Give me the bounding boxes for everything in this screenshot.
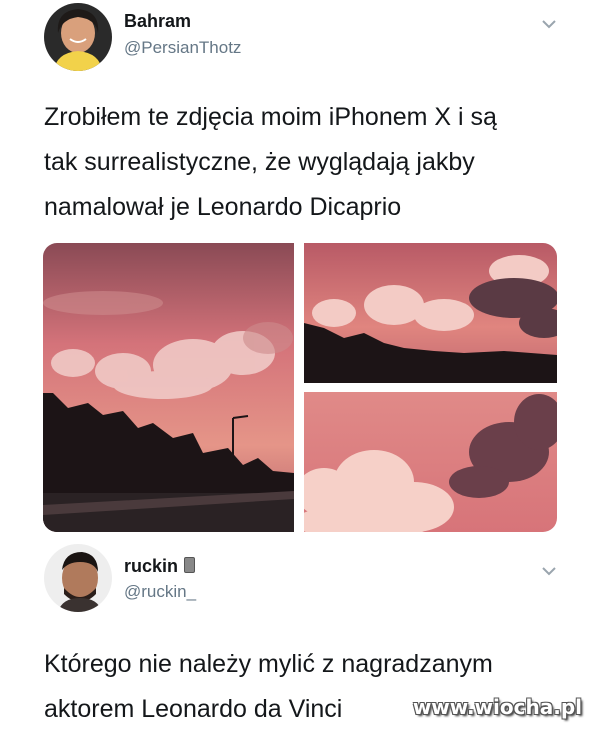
photo-sunset-road[interactable] (43, 243, 294, 532)
display-name-text: ruckin (124, 556, 179, 576)
tweet-text: Zrobiłem te zdjęcia moim iPhonem X i są … (44, 95, 574, 230)
avatar[interactable] (44, 3, 112, 71)
chevron-down-icon[interactable] (540, 18, 558, 30)
user-handle[interactable]: @ruckin_ (124, 582, 196, 602)
watermark: www.wiocha.pl (412, 695, 582, 719)
tweet-original: Bahram @PersianThotz Zrobiłem te zdjęcia… (0, 0, 600, 535)
display-name[interactable]: Bahram (124, 11, 191, 32)
user-handle[interactable]: @PersianThotz (124, 38, 241, 58)
tweet-text-line: tak surrealistyczne, że wyglądają jakby (44, 148, 475, 176)
phone-icon (184, 557, 196, 573)
tweet-reply: ruckin @ruckin_ Którego nie należy mylić… (0, 535, 600, 731)
tweet-text-line: namalował je Leonardo Dicaprio (44, 193, 402, 221)
photo-sunset-clouds-top[interactable] (304, 243, 557, 383)
media-grid (43, 243, 557, 532)
tweet-text-line: Zrobiłem te zdjęcia moim iPhonem X i są (44, 103, 497, 131)
chevron-down-icon[interactable] (540, 565, 558, 577)
display-name[interactable]: ruckin (124, 556, 196, 577)
avatar[interactable] (44, 544, 112, 612)
photo-sunset-clouds-bottom[interactable] (304, 392, 557, 532)
tweet-text-line: Którego nie należy mylić z nagradzanym (44, 650, 493, 678)
